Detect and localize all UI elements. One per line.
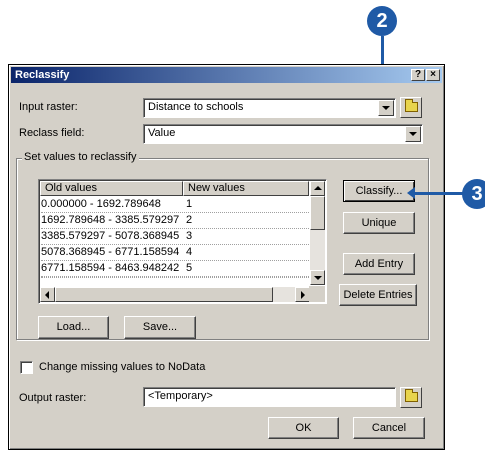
table-row[interactable]: 6771.158594 - 8463.948242 5: [41, 261, 311, 277]
help-button[interactable]: ?: [411, 69, 425, 81]
horizontal-scroll-thumb[interactable]: [55, 287, 273, 302]
scroll-corner: [309, 286, 325, 302]
dialog-title: Reclassify: [15, 69, 70, 81]
horizontal-scrollbar[interactable]: [40, 287, 310, 302]
output-raster-label: Output raster:: [19, 392, 87, 404]
browse-output-button[interactable]: [400, 387, 422, 408]
old-value-cell: 1692.789648 - 3385.579297: [41, 214, 180, 226]
title-bar[interactable]: Reclassify ? ×: [11, 67, 442, 83]
input-raster-select[interactable]: Distance to schools: [143, 98, 396, 118]
input-raster-value: Distance to schools: [148, 101, 244, 113]
new-value-cell[interactable]: 5: [186, 261, 192, 275]
scroll-up-arrow-icon[interactable]: [310, 181, 325, 196]
old-value-cell: 0.000000 - 1692.789648: [41, 198, 161, 210]
classify-button[interactable]: Classify...: [343, 180, 415, 202]
chevron-down-icon[interactable]: [405, 126, 421, 142]
table-row[interactable]: 5078.368945 - 6771.158594 4: [41, 245, 311, 261]
scroll-thumb[interactable]: [310, 196, 325, 230]
callout-3-arrowhead: [407, 187, 415, 199]
folder-icon: [405, 99, 418, 112]
new-value-cell[interactable]: 2: [186, 213, 192, 227]
input-raster-label: Input raster:: [19, 101, 78, 113]
cancel-button[interactable]: Cancel: [353, 417, 425, 439]
new-value-cell[interactable]: 1: [186, 197, 192, 211]
table-row[interactable]: 0.000000 - 1692.789648 1: [41, 197, 311, 213]
column-header-new[interactable]: New values: [183, 181, 309, 196]
reclass-field-label: Reclass field:: [19, 127, 85, 139]
old-value-cell: 6771.158594 - 8463.948242: [41, 262, 180, 274]
load-button[interactable]: Load...: [38, 316, 109, 339]
callout-3-line: [414, 192, 464, 195]
ok-button[interactable]: OK: [268, 417, 339, 439]
reclass-field-value: Value: [148, 127, 176, 139]
table-row[interactable]: 1692.789648 - 3385.579297 2: [41, 213, 311, 229]
scroll-down-arrow-icon[interactable]: [310, 270, 325, 285]
output-raster-value: <Temporary>: [148, 390, 213, 402]
scroll-right-arrow-icon[interactable]: [295, 287, 310, 302]
browse-input-button[interactable]: [400, 97, 422, 118]
vertical-scrollbar[interactable]: [310, 181, 325, 285]
reclass-table[interactable]: Old values New values 0.000000 - 1692.78…: [38, 179, 327, 304]
missing-nodata-label[interactable]: Change missing values to NoData: [39, 361, 205, 373]
missing-nodata-checkbox[interactable]: [20, 361, 33, 374]
chevron-down-icon[interactable]: [378, 100, 394, 116]
folder-icon: [405, 389, 418, 402]
scroll-left-arrow-icon[interactable]: [40, 287, 55, 302]
old-value-cell: 3385.579297 - 5078.368945: [41, 230, 180, 242]
callout-3: 3: [462, 179, 485, 209]
unique-button[interactable]: Unique: [343, 212, 415, 234]
old-value-cell: 5078.368945 - 6771.158594: [41, 246, 180, 258]
close-button[interactable]: ×: [426, 69, 440, 81]
reclass-field-select[interactable]: Value: [143, 124, 423, 144]
output-raster-input[interactable]: <Temporary>: [143, 387, 396, 407]
column-header-old[interactable]: Old values: [40, 181, 183, 196]
callout-2: 2: [367, 6, 397, 36]
reclassify-dialog: Reclassify ? × Input raster: Distance to…: [8, 64, 445, 450]
new-value-cell[interactable]: 4: [186, 245, 192, 259]
table-row[interactable]: 3385.579297 - 5078.368945 3: [41, 229, 311, 245]
delete-entries-button[interactable]: Delete Entries: [339, 284, 417, 306]
new-value-cell[interactable]: 3: [186, 229, 192, 243]
partial-row: [41, 277, 311, 283]
add-entry-button[interactable]: Add Entry: [343, 253, 415, 275]
save-button[interactable]: Save...: [124, 316, 196, 339]
set-values-group-title: Set values to reclassify: [22, 151, 139, 163]
